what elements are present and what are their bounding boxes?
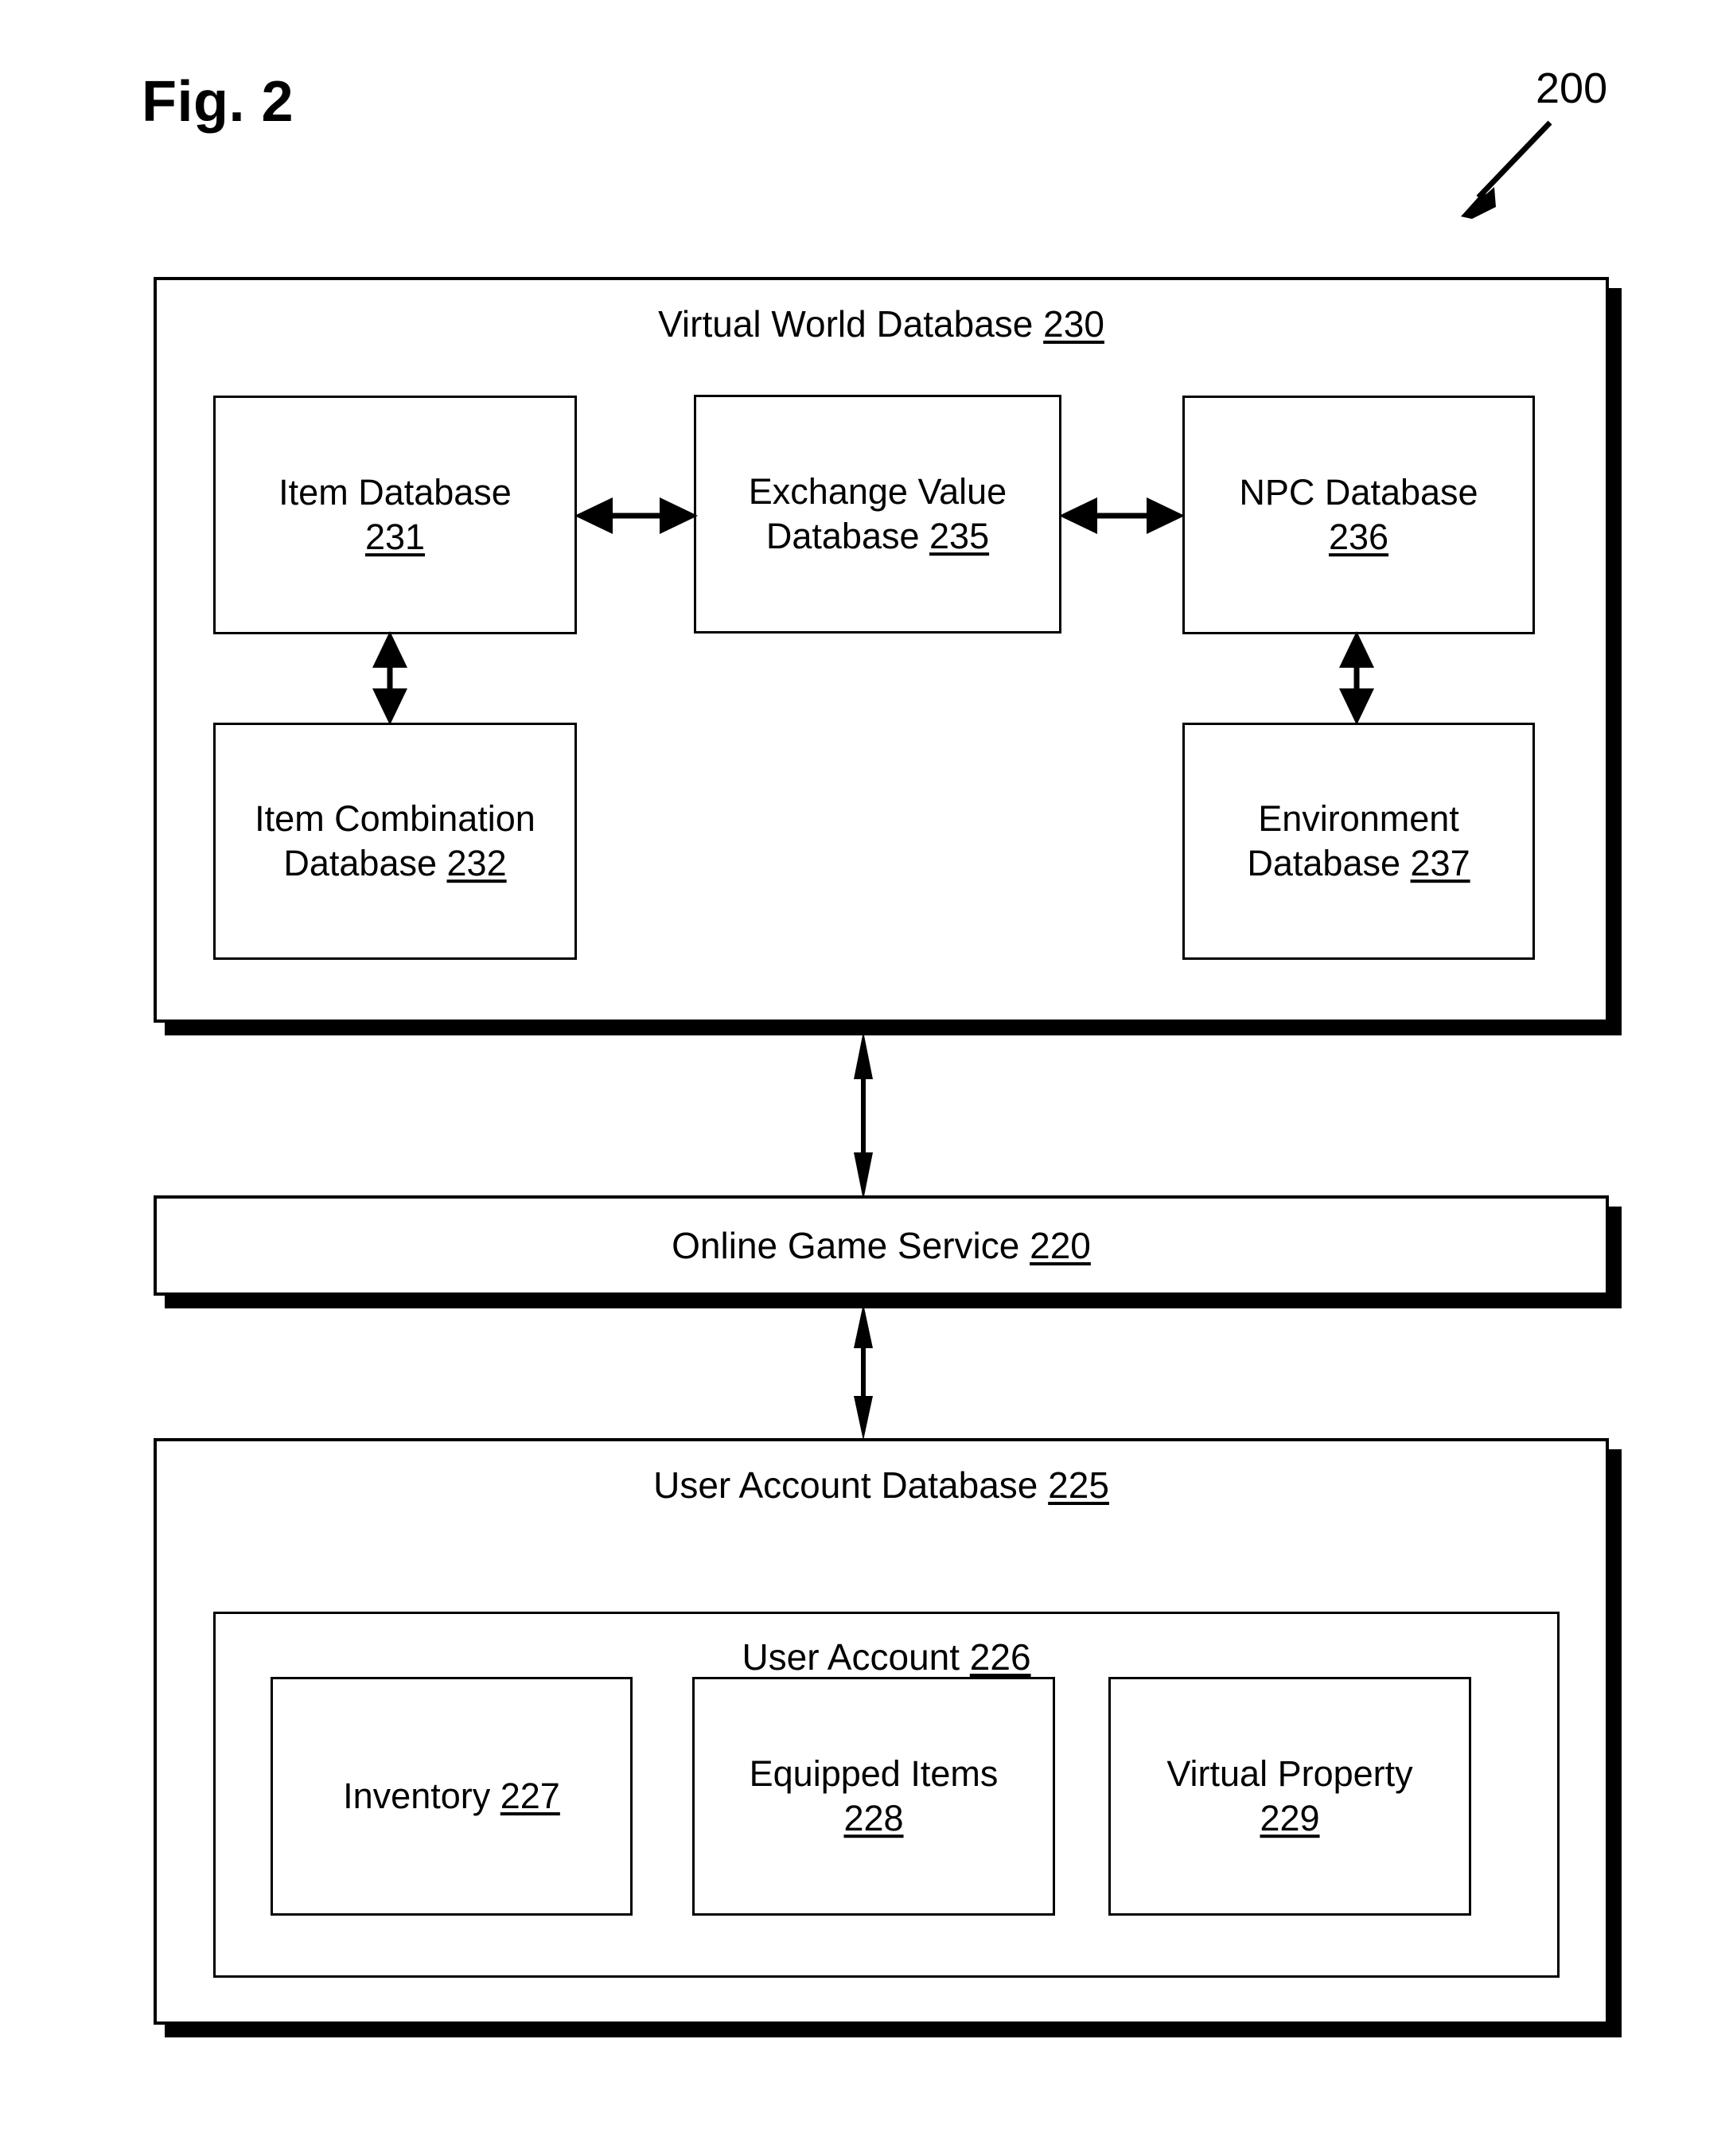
virtual-property-label-number: 229 — [1260, 1798, 1320, 1838]
user-account-database-title-number: 225 — [1048, 1464, 1109, 1506]
online-game-service-box: Online Game Service 220 — [154, 1195, 1609, 1296]
online-game-service-shadow — [1607, 1207, 1622, 1307]
npc-database-label-text: NPC Database — [1239, 472, 1478, 513]
user-account-title: User Account 226 — [216, 1636, 1557, 1679]
arrow-online-game-service-user-account-database — [839, 1304, 887, 1441]
virtual-property-box: Virtual Property 229 — [1108, 1677, 1471, 1916]
item-combination-database-label: Item Combination Database 232 — [216, 797, 574, 886]
npc-database-label-number: 236 — [1328, 517, 1389, 557]
item-database-label-number: 231 — [364, 517, 426, 557]
online-game-service-title-number: 220 — [1030, 1225, 1091, 1266]
user-account-database-title-text: User Account Database — [653, 1464, 1049, 1506]
equipped-items-label-text: Equipped Items — [749, 1753, 999, 1795]
equipped-items-label: Equipped Items 228 — [695, 1752, 1053, 1841]
leader-arrow-200-icon — [1416, 111, 1575, 231]
exchange-value-database-label: Exchange Value Database 235 — [696, 470, 1059, 559]
figure-title: Fig. 2 — [142, 70, 294, 134]
virtual-property-label: Virtual Property 229 — [1111, 1752, 1469, 1841]
online-game-service-title-text: Online Game Service — [672, 1225, 1030, 1266]
environment-database-label: Environment Database 237 — [1185, 797, 1532, 886]
virtual-property-label-text: Virtual Property — [1166, 1753, 1413, 1795]
user-account-database-shadow-bottom — [165, 2023, 1622, 2037]
equipped-items-label-number: 228 — [843, 1798, 904, 1838]
equipped-items-box: Equipped Items 228 — [692, 1677, 1055, 1916]
user-account-database-shadow — [1607, 1449, 1622, 2034]
exchange-value-database-label-number: 235 — [929, 516, 990, 556]
inventory-label: Inventory 227 — [273, 1774, 630, 1819]
virtual-world-database-title-number: 230 — [1043, 303, 1104, 345]
user-account-title-number: 226 — [969, 1636, 1031, 1678]
user-account-database-title: User Account Database 225 — [157, 1464, 1606, 1507]
environment-database-label-number: 237 — [1410, 843, 1470, 883]
inventory-label-number: 227 — [500, 1776, 560, 1817]
inventory-label-text: Inventory — [343, 1776, 500, 1817]
item-database-label: Item Database 231 — [216, 470, 574, 559]
item-database-box: Item Database 231 — [213, 396, 577, 634]
npc-database-box: NPC Database 236 — [1182, 396, 1535, 634]
arrow-item-database-exchange-value — [574, 492, 698, 540]
item-combination-database-label-number: 232 — [446, 843, 507, 883]
npc-database-label: NPC Database 236 — [1185, 470, 1532, 559]
arrow-item-database-item-combination — [366, 631, 414, 725]
item-database-label-text: Item Database — [278, 472, 512, 513]
arrow-exchange-value-npc-database — [1059, 492, 1185, 540]
arrow-npc-database-environment-database — [1333, 631, 1381, 725]
figure-canvas: Fig. 2 200 Virtual World Database 230 It… — [0, 0, 1733, 2156]
item-combination-database-box: Item Combination Database 232 — [213, 723, 577, 960]
arrow-virtual-world-database-online-game-service — [839, 1031, 887, 1200]
virtual-world-database-title-text: Virtual World Database — [658, 303, 1044, 345]
virtual-world-database-shadow-bottom — [165, 1021, 1622, 1035]
virtual-world-database-title: Virtual World Database 230 — [157, 302, 1606, 346]
online-game-service-shadow-bottom — [165, 1294, 1622, 1308]
user-account-title-text: User Account — [742, 1636, 970, 1678]
exchange-value-database-box: Exchange Value Database 235 — [694, 395, 1061, 634]
reference-numeral-200: 200 — [1536, 64, 1608, 112]
inventory-box: Inventory 227 — [271, 1677, 633, 1916]
online-game-service-title: Online Game Service 220 — [157, 1224, 1606, 1268]
environment-database-box: Environment Database 237 — [1182, 723, 1535, 960]
virtual-world-database-shadow — [1607, 288, 1622, 1032]
